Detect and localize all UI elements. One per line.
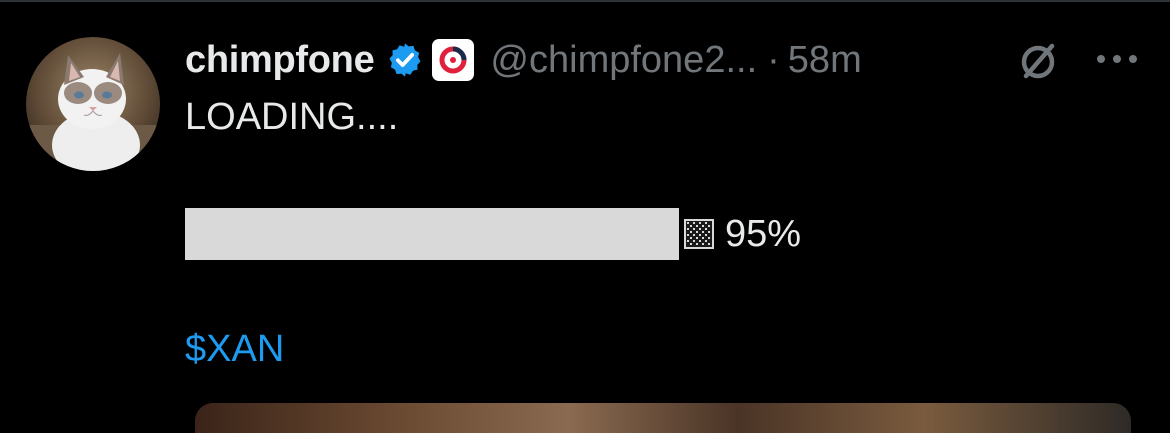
grok-icon[interactable] [1016,38,1062,84]
top-divider [0,0,1170,2]
media-preview[interactable] [195,403,1131,433]
checkered-square-icon [684,219,714,249]
avatar[interactable] [26,37,160,171]
affiliate-badge-icon[interactable] [432,39,475,81]
progress-track [185,208,679,260]
post-text-line-loading: LOADING.... [185,96,399,138]
header-separator: · [767,38,780,81]
post-timestamp[interactable]: 58m [788,39,862,82]
author-handle[interactable]: @chimpfone2... [490,39,757,82]
author-display-name[interactable]: chimpfone [185,39,375,82]
cashtag-link[interactable]: $XAN [185,328,284,371]
post-header: chimpfone @chimpfone2... · 58m [185,32,862,88]
progress-percent: 95% [725,212,802,255]
cat-avatar-icon [26,37,160,171]
progress-fill [185,208,679,260]
verified-badge-icon[interactable] [386,41,424,79]
more-options-icon[interactable] [1094,47,1140,71]
text-progress-bar: 95% [185,208,801,260]
